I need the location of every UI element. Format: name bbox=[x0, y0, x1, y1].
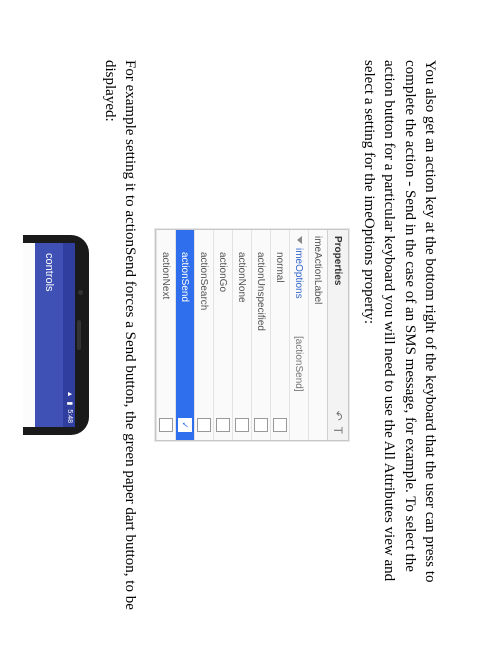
row-imeoptions-value: [actionSend] bbox=[292, 332, 307, 436]
option-actiongo-label: actionGo bbox=[216, 234, 231, 418]
option-actionnext-label: actionNext bbox=[159, 234, 174, 418]
phone-frame: ▲ ▮ 5:48 controls Name bbox=[24, 235, 90, 435]
checkbox-icon[interactable] bbox=[254, 418, 268, 432]
properties-panel: Properties ↶ T imeActionLabel imeOptions… bbox=[155, 229, 349, 441]
paragraph-2: For example setting it to actionSend for… bbox=[100, 60, 141, 610]
app-title: controls bbox=[44, 253, 56, 292]
battery-icon: ▮ bbox=[66, 402, 73, 406]
phone-content: Name bbox=[24, 243, 36, 427]
clock-text: 5:48 bbox=[66, 409, 73, 423]
option-actionnone[interactable]: actionNone bbox=[232, 230, 251, 440]
option-actionsend-label: actionSend bbox=[178, 234, 193, 418]
status-bar: ▲ ▮ 5:48 bbox=[64, 243, 76, 427]
phone-clip: ▲ ▮ 5:48 controls Name bbox=[24, 235, 90, 435]
checkbox-icon[interactable] bbox=[216, 418, 230, 432]
row-imeactionlabel[interactable]: imeActionLabel bbox=[308, 230, 327, 440]
option-normal[interactable]: normal bbox=[270, 230, 289, 440]
chevron-down-icon bbox=[297, 236, 302, 244]
signal-icon: ▲ bbox=[66, 391, 73, 398]
row-imeoptions-label: imeOptions bbox=[292, 234, 307, 332]
option-actionunspecified[interactable]: actionUnspecified bbox=[251, 230, 270, 440]
option-actiongo[interactable]: actionGo bbox=[213, 230, 232, 440]
checkbox-icon[interactable] bbox=[159, 418, 173, 432]
text-tool-icon[interactable]: T bbox=[331, 427, 345, 434]
document-page: You also get an action key at the bottom… bbox=[0, 0, 503, 670]
option-normal-label: normal bbox=[273, 234, 288, 418]
row-imeactionlabel-value bbox=[316, 322, 320, 436]
option-actionnext[interactable]: actionNext bbox=[156, 230, 175, 440]
properties-title: Properties bbox=[333, 236, 344, 285]
earpiece-icon bbox=[78, 320, 82, 350]
option-actionsearch[interactable]: actionSearch bbox=[194, 230, 213, 440]
properties-header: Properties ↶ T bbox=[327, 230, 348, 440]
paragraph-1: You also get an action key at the bottom… bbox=[359, 60, 440, 610]
front-camera-icon bbox=[79, 290, 84, 295]
app-bar: controls bbox=[36, 243, 64, 427]
option-actionsend[interactable]: actionSend bbox=[175, 230, 194, 440]
option-actionunspecified-label: actionUnspecified bbox=[254, 234, 269, 418]
checkbox-icon[interactable] bbox=[235, 418, 249, 432]
option-actionnone-label: actionNone bbox=[235, 234, 250, 418]
option-actionsearch-label: actionSearch bbox=[197, 234, 212, 418]
figure-phone: ▲ ▮ 5:48 controls Name bbox=[24, 60, 90, 610]
phone-screen: ▲ ▮ 5:48 controls Name bbox=[24, 243, 76, 427]
checkbox-icon[interactable] bbox=[197, 418, 211, 432]
checkbox-checked-icon[interactable] bbox=[178, 418, 192, 432]
undo-icon[interactable]: ↶ bbox=[331, 411, 345, 421]
row-imeactionlabel-label: imeActionLabel bbox=[311, 234, 326, 322]
figure-properties-panel: Properties ↶ T imeActionLabel imeOptions… bbox=[155, 60, 349, 610]
row-imeoptions[interactable]: imeOptions [actionSend] bbox=[289, 230, 308, 440]
checkbox-icon[interactable] bbox=[273, 418, 287, 432]
